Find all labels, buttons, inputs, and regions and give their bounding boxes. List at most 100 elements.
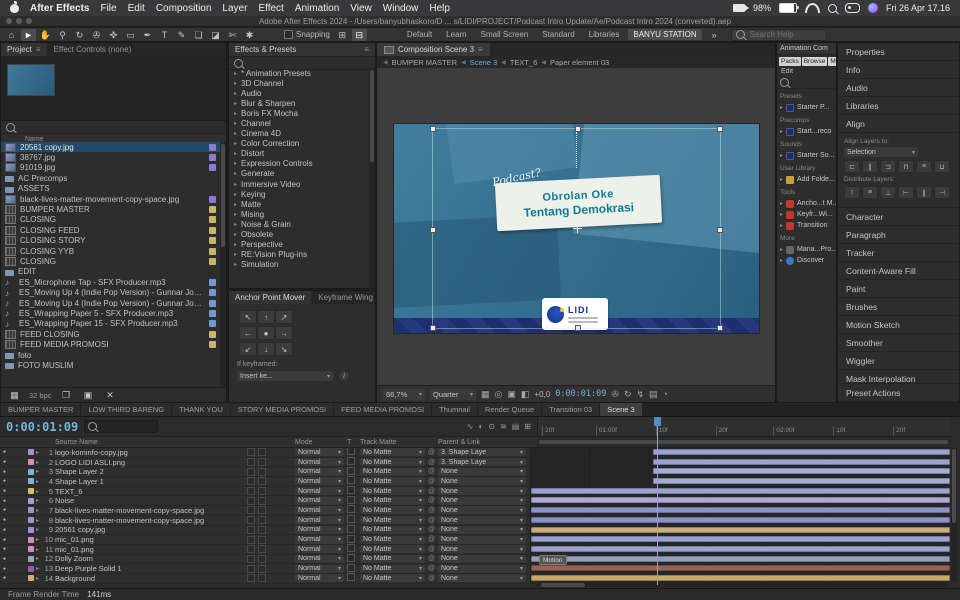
snap-to-grid-icon[interactable]: ⊞ [335, 29, 350, 41]
align-left-icon[interactable]: ⊏ [844, 160, 860, 173]
disclosure-triangle-icon[interactable]: ▸ [234, 150, 237, 157]
project-bit-depth[interactable]: 32 bpc [29, 391, 52, 400]
distribute-h-center-icon[interactable]: ∥ [916, 186, 932, 199]
timeline-layer-row[interactable]: ● ▸ 7 black-lives-matter-movement-copy-s… [0, 506, 950, 516]
layer-duration-bar[interactable] [531, 546, 950, 552]
parent-pickwhip-icon[interactable]: @ [428, 517, 438, 524]
composition-canvas[interactable]: Obrolan Oke Tentang Demokrasi Podcast? L… [394, 124, 759, 333]
disclosure-triangle-icon[interactable]: ▸ [234, 70, 237, 77]
layer-switches[interactable] [245, 477, 295, 485]
project-item[interactable]: CLOSING YYB [1, 246, 220, 256]
timeline-layer-row[interactable]: ● ▸ 13 Deep Purple Solid 1 Normal No Mat… [0, 564, 950, 574]
layer-switches[interactable] [245, 497, 295, 505]
item-label-chip[interactable] [209, 331, 216, 338]
composer-row[interactable]: ▸ Start...reco [777, 126, 836, 137]
layer-label-chip[interactable] [28, 469, 34, 475]
project-item[interactable]: ES_Moving Up 4 (Indie Pop Version) - Gun… [1, 298, 220, 308]
control-center-icon[interactable] [845, 3, 860, 13]
composer-row[interactable]: ▸ Presets [777, 91, 836, 102]
blend-mode-dropdown[interactable]: Normal [295, 545, 344, 553]
blend-mode-dropdown[interactable]: Normal [295, 458, 344, 466]
parent-dropdown[interactable]: None [438, 516, 526, 524]
keyframed-action-dropdown[interactable]: Insert ke... [237, 371, 333, 381]
effects-category[interactable]: ▸ Color Correction [229, 139, 369, 149]
layer-duration-bar[interactable] [531, 527, 950, 533]
anchor-bottom-left[interactable]: ↙ [239, 342, 257, 356]
resolution-dropdown[interactable]: Quarter [430, 389, 476, 400]
panel-header-row[interactable]: Tracker [838, 244, 959, 262]
disclosure-triangle-icon[interactable]: ▸ [780, 152, 783, 159]
panel-header-row[interactable]: Paint [838, 280, 959, 298]
parent-pickwhip-icon[interactable]: @ [428, 459, 438, 466]
selection-handle[interactable] [430, 227, 436, 233]
menu-item[interactable]: Window [383, 3, 419, 14]
effects-category[interactable]: ▸ Obsolete [229, 230, 369, 240]
layer-track[interactable] [530, 477, 950, 486]
layer-track[interactable] [530, 526, 950, 535]
workspace-tab[interactable]: Libraries [584, 29, 625, 40]
composer-row[interactable]: ▸ More [777, 233, 836, 244]
layer-visibility-icon[interactable]: ● [0, 478, 26, 484]
snap-to-guides-icon[interactable]: ⊟ [352, 29, 367, 41]
layer-track[interactable] [530, 467, 950, 476]
menu-item[interactable]: File [100, 3, 116, 14]
layer-expand-icon[interactable]: ▸ [36, 497, 43, 504]
disclosure-triangle-icon[interactable]: ▸ [234, 130, 237, 137]
selection-handle[interactable] [717, 126, 723, 132]
toggle-mask-icon[interactable]: ◎ [495, 389, 503, 400]
parent-dropdown[interactable]: None [438, 545, 526, 553]
align-right-icon[interactable]: ⊐ [880, 160, 896, 173]
help-search-input[interactable] [748, 29, 822, 40]
effects-category[interactable]: ▸ Perspective [229, 240, 369, 250]
parent-pickwhip-icon[interactable]: @ [428, 526, 438, 533]
layer-name[interactable]: Background [55, 574, 245, 583]
window-zoom-button[interactable] [26, 18, 32, 24]
layer-label-chip[interactable] [28, 478, 34, 484]
layer-duration-bar[interactable] [531, 517, 950, 523]
layer-visibility-icon[interactable]: ● [0, 546, 26, 552]
workspace-tab[interactable]: Learn [441, 29, 471, 40]
panel-header-row[interactable]: Motion Sketch [838, 316, 959, 334]
preset-actions-panel-header[interactable]: Preset Actions [838, 383, 959, 402]
exposure-value[interactable]: +0,0 [534, 390, 550, 399]
layer-visibility-icon[interactable]: ● [0, 566, 26, 572]
effects-category[interactable]: ▸ Expression Controls [229, 159, 369, 169]
distribute-bottom-icon[interactable]: ⊥ [880, 186, 896, 199]
track-matte-dropdown[interactable]: No Matte [360, 497, 425, 505]
disclosure-triangle-icon[interactable]: ▸ [780, 104, 783, 111]
layer-track[interactable] [530, 555, 950, 564]
wifi-icon[interactable] [805, 3, 820, 13]
tab-effect-controls[interactable]: Effect Controls (none) [48, 43, 138, 56]
effects-category[interactable]: ▸ Simulation [229, 260, 369, 270]
layer-name[interactable]: 20561 copy.jpg [55, 525, 245, 534]
layer-switches[interactable] [245, 458, 295, 466]
project-item[interactable]: FEED CLOSING [1, 329, 220, 339]
disclosure-triangle-icon[interactable]: ▸ [234, 110, 237, 117]
preserve-transparency-checkbox[interactable] [347, 505, 355, 513]
effects-category[interactable]: ▸ Cinema 4D [229, 129, 369, 139]
timeline-layer-row[interactable]: ● ▸ 10 mic_01.png Normal No Matte @ None [0, 535, 950, 545]
layer-switches[interactable] [245, 506, 295, 514]
track-matte-dropdown[interactable]: No Matte [360, 506, 425, 514]
composer-row[interactable]: ▸ Precomps [777, 115, 836, 126]
panel-header-row[interactable]: Brushes [838, 298, 959, 316]
disclosure-triangle-icon[interactable]: ▸ [234, 140, 237, 147]
disclosure-triangle-icon[interactable]: ▸ [780, 222, 783, 229]
project-item[interactable]: ES_Moving Up 4 (Indie Pop Version) - Gun… [1, 287, 220, 297]
layer-track[interactable] [530, 535, 950, 544]
timeline-tab[interactable]: Render Queue ✕ [478, 403, 541, 416]
layer-switches[interactable] [245, 555, 295, 563]
track-matte-dropdown[interactable]: No Matte [360, 487, 425, 495]
disclosure-triangle-icon[interactable]: ▸ [234, 120, 237, 127]
parent-dropdown[interactable]: None [438, 477, 526, 485]
item-label-chip[interactable] [209, 154, 216, 161]
composer-tab-button[interactable]: Menu [828, 57, 836, 66]
effects-category[interactable]: ▸ Channel [229, 118, 369, 128]
disclosure-triangle-icon[interactable]: ▸ [234, 261, 237, 268]
timeline-layer-row[interactable]: ● ▸ 3 Shape Layer 2 Normal No Matte @ No… [0, 467, 950, 477]
effects-category[interactable]: ▸ Blur & Sharpen [229, 98, 369, 108]
parent-dropdown[interactable]: None [438, 555, 526, 563]
composer-row[interactable]: ▸ Add Folde... [777, 174, 836, 185]
layer-expand-icon[interactable]: ▸ [36, 555, 43, 562]
work-area-bar[interactable] [537, 436, 950, 448]
